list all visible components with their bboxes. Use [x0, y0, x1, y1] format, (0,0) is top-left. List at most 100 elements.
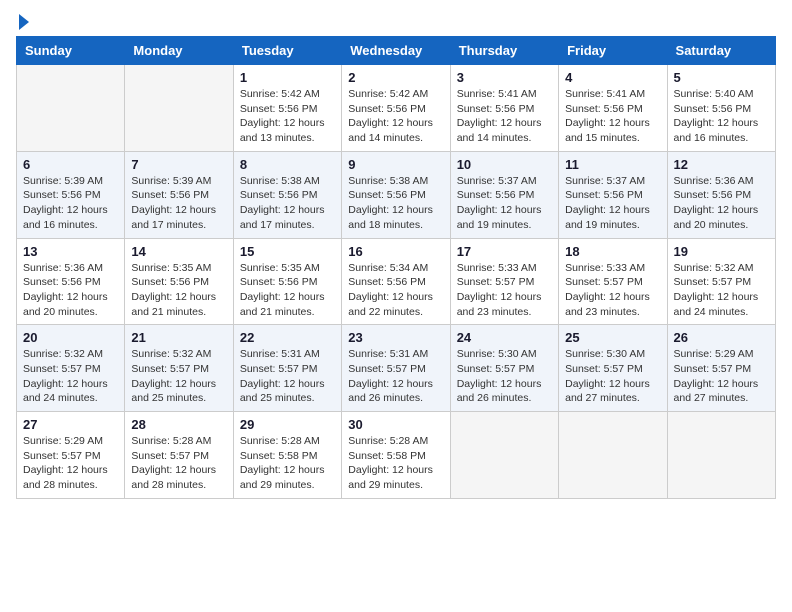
day-number: 11: [565, 157, 660, 172]
day-number: 23: [348, 330, 443, 345]
day-info: Sunrise: 5:31 AM Sunset: 5:57 PM Dayligh…: [240, 347, 335, 406]
calendar-week-row: 13 Sunrise: 5:36 AM Sunset: 5:56 PM Dayli…: [17, 238, 776, 325]
day-number: 14: [131, 244, 226, 259]
logo-arrow-icon: [19, 14, 29, 30]
calendar-week-row: 1Sunrise: 5:42 AM Sunset: 5:56 PM Daylig…: [17, 65, 776, 152]
calendar-day-cell: 17 Sunrise: 5:33 AM Sunset: 5:57 PM Dayli…: [450, 238, 558, 325]
weekday-header-wednesday: Wednesday: [342, 37, 450, 65]
calendar-day-cell: 19 Sunrise: 5:32 AM Sunset: 5:57 PM Dayli…: [667, 238, 775, 325]
weekday-header-saturday: Saturday: [667, 37, 775, 65]
day-info: Sunrise: 5:38 AM Sunset: 5:56 PM Dayligh…: [348, 174, 443, 233]
day-number: 12: [674, 157, 769, 172]
calendar-day-cell: 12 Sunrise: 5:36 AM Sunset: 5:56 PM Dayli…: [667, 151, 775, 238]
day-info: Sunrise: 5:42 AM Sunset: 5:56 PM Dayligh…: [348, 87, 443, 146]
calendar-day-cell: 14 Sunrise: 5:35 AM Sunset: 5:56 PM Dayli…: [125, 238, 233, 325]
day-number: 7: [131, 157, 226, 172]
day-number: 17: [457, 244, 552, 259]
calendar-day-cell: 29 Sunrise: 5:28 AM Sunset: 5:58 PM Dayli…: [233, 412, 341, 499]
calendar-day-cell: 22 Sunrise: 5:31 AM Sunset: 5:57 PM Dayli…: [233, 325, 341, 412]
day-number: 22: [240, 330, 335, 345]
day-info: Sunrise: 5:29 AM Sunset: 5:57 PM Dayligh…: [23, 434, 118, 493]
day-number: 2: [348, 70, 443, 85]
calendar-day-cell: 28 Sunrise: 5:28 AM Sunset: 5:57 PM Dayli…: [125, 412, 233, 499]
day-info: Sunrise: 5:35 AM Sunset: 5:56 PM Dayligh…: [131, 261, 226, 320]
calendar-day-cell: 10Sunrise: 5:37 AM Sunset: 5:56 PM Dayli…: [450, 151, 558, 238]
day-info: Sunrise: 5:41 AM Sunset: 5:56 PM Dayligh…: [457, 87, 552, 146]
day-number: 18: [565, 244, 660, 259]
day-number: 30: [348, 417, 443, 432]
day-info: Sunrise: 5:37 AM Sunset: 5:56 PM Dayligh…: [565, 174, 660, 233]
calendar-day-cell: 23 Sunrise: 5:31 AM Sunset: 5:57 PM Dayli…: [342, 325, 450, 412]
day-info: Sunrise: 5:42 AM Sunset: 5:56 PM Dayligh…: [240, 87, 335, 146]
calendar-day-cell: 6 Sunrise: 5:39 AM Sunset: 5:56 PM Daylig…: [17, 151, 125, 238]
day-number: 10: [457, 157, 552, 172]
day-info: Sunrise: 5:32 AM Sunset: 5:57 PM Dayligh…: [131, 347, 226, 406]
day-info: Sunrise: 5:41 AM Sunset: 5:56 PM Dayligh…: [565, 87, 660, 146]
calendar-day-cell: 5 Sunrise: 5:40 AM Sunset: 5:56 PM Daylig…: [667, 65, 775, 152]
day-info: Sunrise: 5:31 AM Sunset: 5:57 PM Dayligh…: [348, 347, 443, 406]
day-number: 28: [131, 417, 226, 432]
day-number: 20: [23, 330, 118, 345]
calendar-day-cell: 15Sunrise: 5:35 AM Sunset: 5:56 PM Dayli…: [233, 238, 341, 325]
day-info: Sunrise: 5:32 AM Sunset: 5:57 PM Dayligh…: [23, 347, 118, 406]
day-number: 3: [457, 70, 552, 85]
calendar-day-cell: 7 Sunrise: 5:39 AM Sunset: 5:56 PM Daylig…: [125, 151, 233, 238]
day-number: 27: [23, 417, 118, 432]
day-info: Sunrise: 5:32 AM Sunset: 5:57 PM Dayligh…: [674, 261, 769, 320]
day-info: Sunrise: 5:33 AM Sunset: 5:57 PM Dayligh…: [565, 261, 660, 320]
calendar-day-cell: 26 Sunrise: 5:29 AM Sunset: 5:57 PM Dayli…: [667, 325, 775, 412]
weekday-header-thursday: Thursday: [450, 37, 558, 65]
day-number: 26: [674, 330, 769, 345]
day-number: 9: [348, 157, 443, 172]
day-info: Sunrise: 5:29 AM Sunset: 5:57 PM Dayligh…: [674, 347, 769, 406]
calendar-day-cell: 21Sunrise: 5:32 AM Sunset: 5:57 PM Dayli…: [125, 325, 233, 412]
calendar-day-cell: 11 Sunrise: 5:37 AM Sunset: 5:56 PM Dayli…: [559, 151, 667, 238]
weekday-header-tuesday: Tuesday: [233, 37, 341, 65]
day-info: Sunrise: 5:30 AM Sunset: 5:57 PM Dayligh…: [457, 347, 552, 406]
calendar-day-cell: 3 Sunrise: 5:41 AM Sunset: 5:56 PM Daylig…: [450, 65, 558, 152]
calendar-day-cell: [667, 412, 775, 499]
day-number: 24: [457, 330, 552, 345]
day-info: Sunrise: 5:34 AM Sunset: 5:56 PM Dayligh…: [348, 261, 443, 320]
day-info: Sunrise: 5:40 AM Sunset: 5:56 PM Dayligh…: [674, 87, 769, 146]
weekday-header-sunday: Sunday: [17, 37, 125, 65]
calendar-day-cell: 16 Sunrise: 5:34 AM Sunset: 5:56 PM Dayli…: [342, 238, 450, 325]
calendar-day-cell: 8Sunrise: 5:38 AM Sunset: 5:56 PM Daylig…: [233, 151, 341, 238]
day-info: Sunrise: 5:28 AM Sunset: 5:58 PM Dayligh…: [240, 434, 335, 493]
calendar-day-cell: 2 Sunrise: 5:42 AM Sunset: 5:56 PM Daylig…: [342, 65, 450, 152]
day-info: Sunrise: 5:39 AM Sunset: 5:56 PM Dayligh…: [23, 174, 118, 233]
day-number: 25: [565, 330, 660, 345]
day-info: Sunrise: 5:28 AM Sunset: 5:57 PM Dayligh…: [131, 434, 226, 493]
weekday-header-friday: Friday: [559, 37, 667, 65]
calendar-day-cell: 1Sunrise: 5:42 AM Sunset: 5:56 PM Daylig…: [233, 65, 341, 152]
calendar-day-cell: 24 Sunrise: 5:30 AM Sunset: 5:57 PM Dayli…: [450, 325, 558, 412]
calendar-day-cell: 4 Sunrise: 5:41 AM Sunset: 5:56 PM Daylig…: [559, 65, 667, 152]
day-info: Sunrise: 5:36 AM Sunset: 5:56 PM Dayligh…: [674, 174, 769, 233]
day-number: 19: [674, 244, 769, 259]
logo: [16, 16, 29, 26]
day-info: Sunrise: 5:30 AM Sunset: 5:57 PM Dayligh…: [565, 347, 660, 406]
page-header: [16, 16, 776, 26]
day-info: Sunrise: 5:28 AM Sunset: 5:58 PM Dayligh…: [348, 434, 443, 493]
calendar-week-row: 6 Sunrise: 5:39 AM Sunset: 5:56 PM Daylig…: [17, 151, 776, 238]
weekday-header-monday: Monday: [125, 37, 233, 65]
calendar-day-cell: [559, 412, 667, 499]
day-number: 29: [240, 417, 335, 432]
day-number: 4: [565, 70, 660, 85]
calendar-day-cell: 20 Sunrise: 5:32 AM Sunset: 5:57 PM Dayli…: [17, 325, 125, 412]
calendar-week-row: 20 Sunrise: 5:32 AM Sunset: 5:57 PM Dayli…: [17, 325, 776, 412]
day-number: 6: [23, 157, 118, 172]
calendar-day-cell: 27 Sunrise: 5:29 AM Sunset: 5:57 PM Dayli…: [17, 412, 125, 499]
day-number: 16: [348, 244, 443, 259]
day-info: Sunrise: 5:39 AM Sunset: 5:56 PM Dayligh…: [131, 174, 226, 233]
day-number: 5: [674, 70, 769, 85]
day-info: Sunrise: 5:38 AM Sunset: 5:56 PM Dayligh…: [240, 174, 335, 233]
day-info: Sunrise: 5:36 AM Sunset: 5:56 PM Dayligh…: [23, 261, 118, 320]
calendar-day-cell: 9 Sunrise: 5:38 AM Sunset: 5:56 PM Daylig…: [342, 151, 450, 238]
calendar-day-cell: 13 Sunrise: 5:36 AM Sunset: 5:56 PM Dayli…: [17, 238, 125, 325]
calendar-day-cell: 25 Sunrise: 5:30 AM Sunset: 5:57 PM Dayli…: [559, 325, 667, 412]
calendar-day-cell: 18 Sunrise: 5:33 AM Sunset: 5:57 PM Dayli…: [559, 238, 667, 325]
day-info: Sunrise: 5:35 AM Sunset: 5:56 PM Dayligh…: [240, 261, 335, 320]
day-number: 13: [23, 244, 118, 259]
day-info: Sunrise: 5:33 AM Sunset: 5:57 PM Dayligh…: [457, 261, 552, 320]
